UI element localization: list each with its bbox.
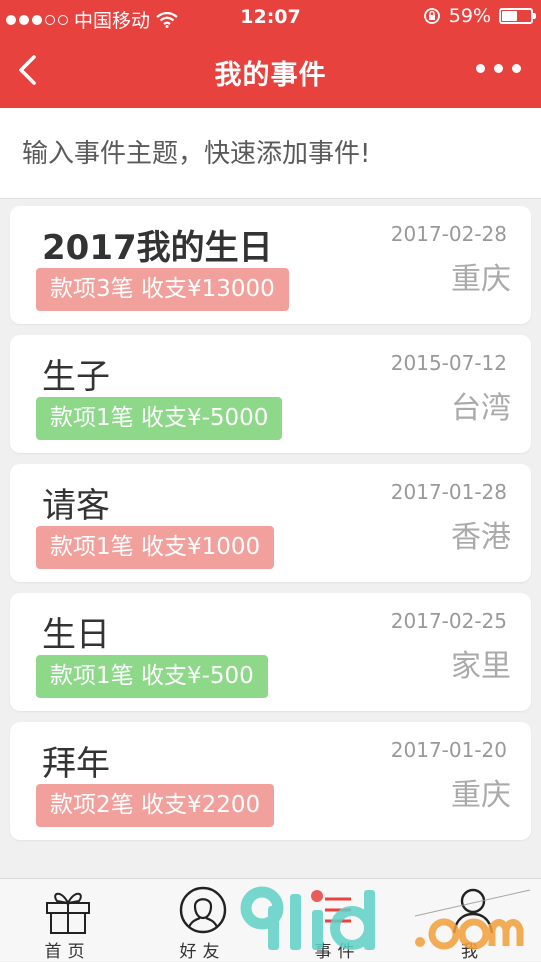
event-card[interactable]: 请客 款项1笔 收支¥1000 2017-01-28 香港 — [10, 464, 531, 582]
event-title: 2017我的生日 — [42, 228, 273, 268]
tab-label: 我 — [461, 942, 484, 962]
quick-add-bar — [0, 108, 541, 199]
event-location: 家里 — [451, 649, 511, 684]
tab-events[interactable]: 事件 — [270, 879, 405, 962]
status-bar: 中国移动 12:07 59% — [0, 0, 541, 34]
event-summary-badge: 款项1笔 收支¥1000 — [36, 526, 275, 569]
event-date: 2017-01-28 — [390, 480, 507, 504]
battery-level — [502, 11, 518, 21]
battery-percent: 59% — [448, 5, 491, 27]
event-card[interactable]: 2017我的生日 款项3笔 收支¥13000 2017-02-28 重庆 — [10, 206, 531, 324]
event-date: 2017-02-25 — [390, 609, 507, 633]
rotation-lock-icon — [423, 8, 440, 24]
more-dot-icon — [512, 64, 521, 73]
event-list: 2017我的生日 款项3笔 收支¥13000 2017-02-28 重庆 生子 … — [10, 206, 531, 851]
event-location: 台湾 — [451, 391, 511, 426]
profile-icon — [452, 888, 493, 934]
battery-icon — [499, 8, 536, 24]
event-card[interactable]: 生日 款项1笔 收支¥-500 2017-02-25 家里 — [10, 593, 531, 711]
event-card[interactable]: 拜年 款项2笔 收支¥2200 2017-01-20 重庆 — [10, 722, 531, 840]
event-summary-badge: 款项2笔 收支¥2200 — [36, 784, 275, 827]
bottom-tab-bar: 首页 好友 事件 我 — [0, 878, 541, 962]
event-location: 重庆 — [451, 778, 511, 813]
event-location: 重庆 — [451, 262, 511, 297]
tab-me[interactable]: 我 — [405, 879, 540, 962]
event-summary-badge: 款项1笔 收支¥-5000 — [36, 397, 283, 440]
event-date: 2017-02-28 — [390, 222, 507, 246]
tab-friends[interactable]: 好友 — [135, 879, 270, 962]
friend-icon — [179, 886, 226, 934]
event-summary-badge: 款项3笔 收支¥13000 — [36, 268, 289, 311]
page-title: 我的事件 — [214, 60, 327, 91]
event-location: 香港 — [451, 520, 511, 555]
event-card[interactable]: 生子 款项1笔 收支¥-5000 2015-07-12 台湾 — [10, 335, 531, 453]
event-title: 请客 — [42, 486, 110, 526]
tab-label: 首页 — [44, 942, 91, 962]
more-dot-icon — [476, 64, 485, 73]
navigation-bar: 我的事件 — [0, 34, 541, 108]
quick-add-input[interactable] — [20, 128, 524, 180]
tab-label: 事件 — [314, 942, 361, 962]
more-dot-icon — [494, 64, 503, 73]
more-menu-button[interactable] — [476, 64, 521, 73]
tab-label: 好友 — [179, 942, 226, 962]
tab-home[interactable]: 首页 — [0, 879, 135, 962]
event-title: 拜年 — [42, 744, 110, 784]
event-title: 生子 — [42, 357, 110, 397]
event-title: 生日 — [42, 615, 110, 655]
gift-icon — [45, 892, 90, 934]
event-icon — [324, 897, 351, 923]
event-date: 2015-07-12 — [390, 351, 507, 375]
event-summary-badge: 款项1笔 收支¥-500 — [36, 655, 268, 698]
event-date: 2017-01-20 — [390, 738, 507, 762]
